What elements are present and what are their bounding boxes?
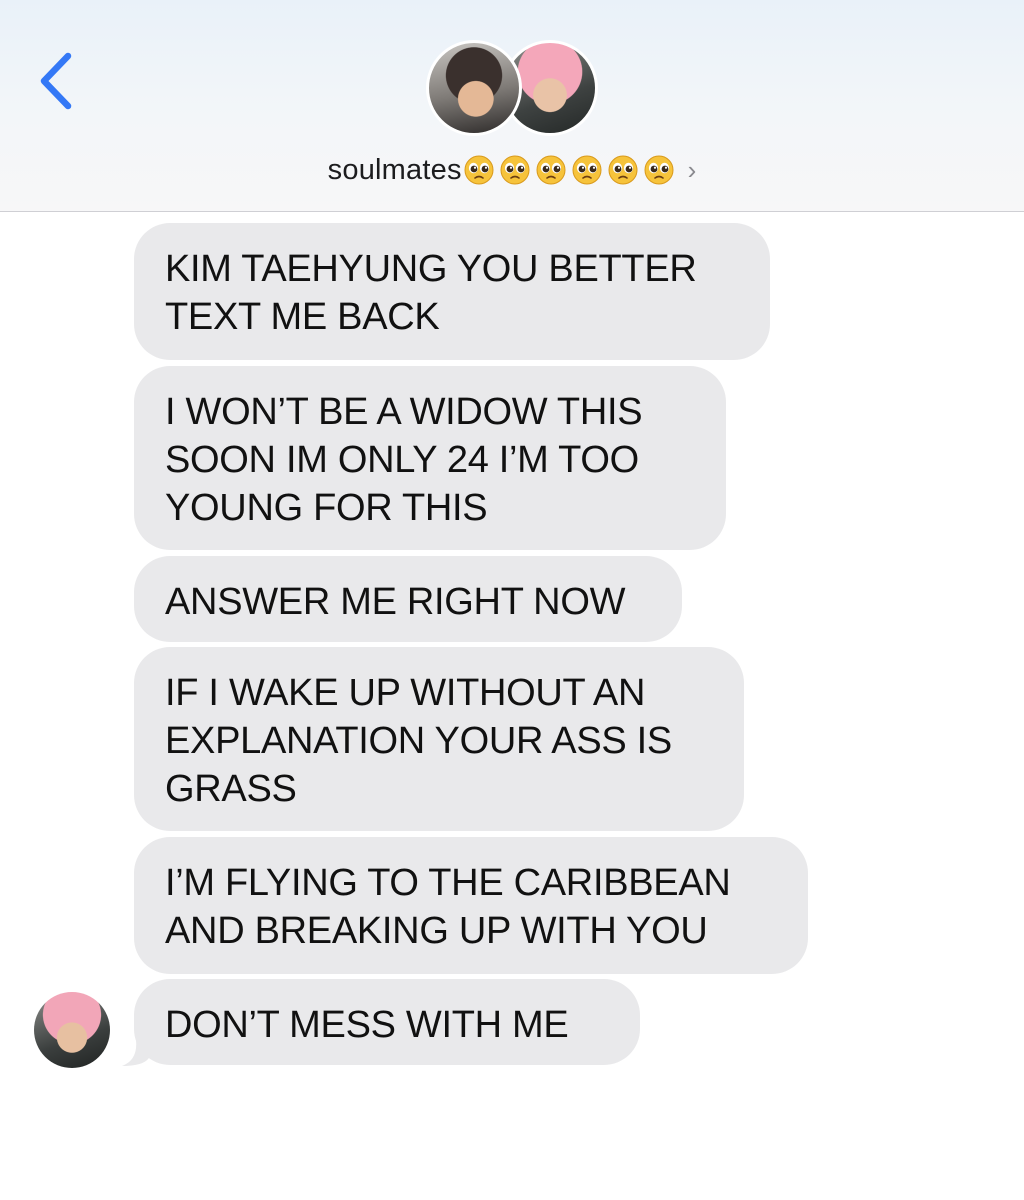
message-bubble[interactable]: DON’T MESS WITH ME — [134, 979, 640, 1065]
pleading-face-emoji-icon — [644, 155, 674, 185]
conversation-header: soulmates › — [0, 0, 1024, 212]
pleading-face-emoji-icon — [572, 155, 602, 185]
message-line: TEXT ME BACK — [165, 296, 440, 338]
message-line: IF I WAKE UP WITHOUT AN — [165, 672, 646, 714]
avatar — [426, 40, 522, 136]
message-line: DON’T MESS WITH ME — [165, 1004, 569, 1046]
message-line: YOUNG FOR THIS — [165, 487, 488, 529]
group-avatars[interactable] — [424, 40, 600, 140]
message-line: KIM TAEHYUNG YOU BETTER — [165, 248, 697, 290]
message-line: AND BREAKING UP WITH YOU — [165, 910, 708, 952]
avatar[interactable] — [34, 992, 110, 1068]
pleading-face-emoji-icon — [608, 155, 638, 185]
conversation-title: soulmates — [327, 153, 462, 186]
contact-info-button[interactable]: soulmates › — [0, 148, 1024, 192]
pleading-face-emoji-icon — [464, 155, 494, 185]
message-line: I’M FLYING TO THE CARIBBEAN — [165, 862, 731, 904]
chevron-right-icon: › — [687, 155, 697, 185]
back-button[interactable] — [28, 48, 88, 114]
message-bubble[interactable]: KIM TAEHYUNG YOU BETTER TEXT ME BACK — [134, 223, 770, 360]
message-bubble[interactable]: I WON’T BE A WIDOW THIS SOON IM ONLY 24 … — [134, 366, 726, 550]
message-line: I WON’T BE A WIDOW THIS — [165, 391, 643, 433]
message-bubble[interactable]: ANSWER ME RIGHT NOW — [134, 556, 682, 642]
message-line: ANSWER ME RIGHT NOW — [165, 581, 626, 623]
pleading-face-emoji-icon — [536, 155, 566, 185]
chevron-left-icon — [40, 52, 72, 110]
pleading-face-emoji-icon — [500, 155, 530, 185]
message-line: SOON IM ONLY 24 I’M TOO — [165, 439, 639, 481]
message-bubble[interactable]: IF I WAKE UP WITHOUT AN EXPLANATION YOUR… — [134, 647, 744, 831]
message-line: EXPLANATION YOUR ASS IS — [165, 720, 672, 762]
message-line: GRASS — [165, 768, 297, 810]
message-bubble[interactable]: I’M FLYING TO THE CARIBBEAN AND BREAKING… — [134, 837, 808, 974]
